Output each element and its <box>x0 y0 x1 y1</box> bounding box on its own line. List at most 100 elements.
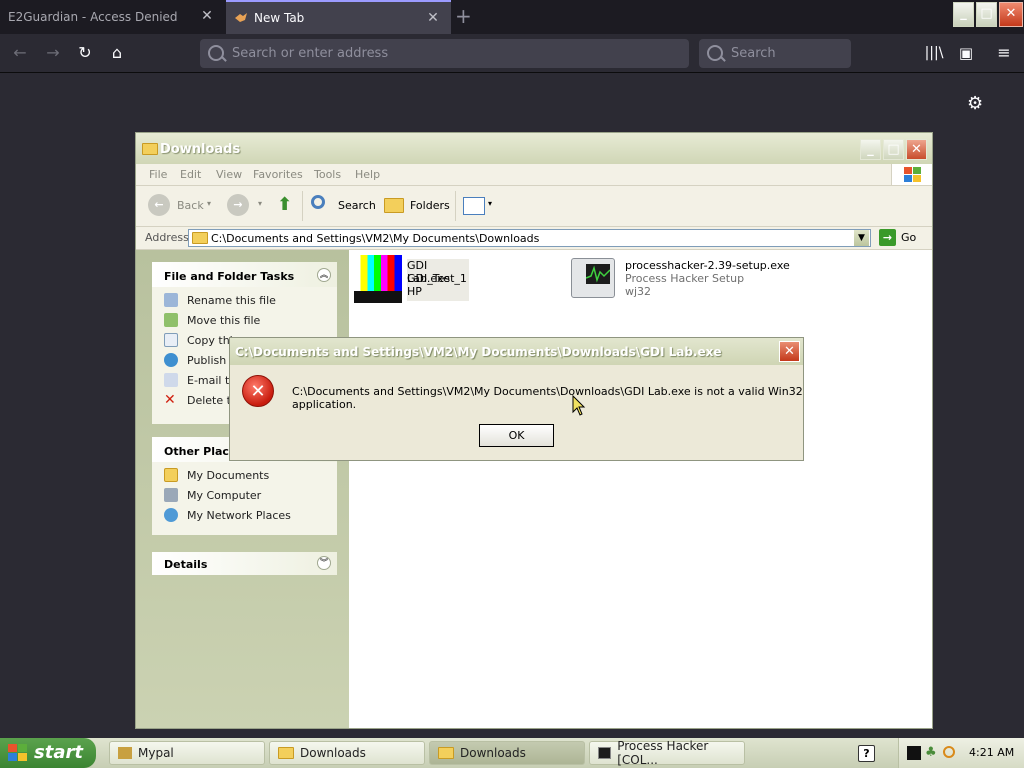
tab-label: New Tab <box>254 11 305 25</box>
place-my-network[interactable]: My Network Places <box>152 505 337 525</box>
up-folder-icon[interactable]: ⬆ <box>277 194 297 216</box>
close-button[interactable]: ✕ <box>906 139 927 160</box>
panel-header[interactable]: Details ︾ <box>152 552 337 575</box>
forward-arrow-icon[interactable]: → <box>227 194 249 216</box>
toolbar-divider <box>455 191 456 221</box>
views-icon[interactable] <box>463 197 485 215</box>
tab-new-tab[interactable]: New Tab ✕ <box>226 0 451 34</box>
taskbar-item-downloads[interactable]: Downloads <box>269 741 425 765</box>
file-list-area: GDI Lab.exe GDI_Test_1 HP processhacker-… <box>349 250 932 728</box>
copy-icon <box>164 333 178 347</box>
start-button[interactable]: start <box>0 738 96 768</box>
search-placeholder: Search <box>731 46 776 61</box>
rename-icon <box>164 293 178 307</box>
file-name: processhacker-2.39-setup.exe <box>625 259 790 272</box>
close-tab-icon[interactable]: ✕ <box>425 10 441 26</box>
delete-x-icon: ✕ <box>164 392 176 408</box>
file-company: HP <box>407 285 422 298</box>
folders-icon <box>384 198 404 213</box>
back-button-label[interactable]: Back <box>177 199 204 212</box>
help-icon[interactable]: ? <box>858 745 875 762</box>
go-arrow-icon[interactable]: → <box>879 229 896 246</box>
details-panel: Details ︾ <box>152 552 337 575</box>
url-bar[interactable]: Search or enter address <box>200 39 689 68</box>
move-icon <box>164 313 178 327</box>
folder-icon <box>278 747 294 759</box>
tray-app-icon[interactable] <box>907 746 921 760</box>
folder-icon <box>164 468 178 482</box>
menu-favorites[interactable]: Favorites <box>253 168 303 181</box>
taskbar-item-mypal[interactable]: Mypal <box>109 741 265 765</box>
menu-edit[interactable]: Edit <box>180 168 201 181</box>
expand-chevron-icon[interactable]: ︾ <box>317 556 331 570</box>
search-magnifier-icon <box>311 195 325 209</box>
folder-icon <box>142 143 158 155</box>
new-tab-icon[interactable]: + <box>455 6 472 26</box>
taskbar-item-downloads-active[interactable]: Downloads <box>429 741 585 765</box>
system-tray: ♣ 4:21 AM <box>898 738 1024 768</box>
settings-gear-icon[interactable]: ⚙ <box>967 93 987 114</box>
menu-view[interactable]: View <box>216 168 242 181</box>
email-icon <box>164 373 178 387</box>
home-icon[interactable]: ⌂ <box>107 43 127 63</box>
tab-e2guardian[interactable]: E2Guardian - Access Denied ✕ <box>0 0 225 34</box>
taskbar-item-process-hacker[interactable]: Process Hacker [COL... <box>589 739 745 767</box>
go-button[interactable]: Go <box>901 231 916 244</box>
task-rename[interactable]: Rename this file <box>152 290 337 310</box>
panel-header[interactable]: File and Folder Tasks ︽ <box>152 262 337 287</box>
address-bar: Address C:\Documents and Settings\VM2\My… <box>136 227 932 250</box>
mypal-icon <box>118 747 132 759</box>
address-value: C:\Documents and Settings\VM2\My Documen… <box>211 232 540 245</box>
explorer-title: Downloads <box>160 142 241 157</box>
explorer-menu-bar: File Edit View Favorites Tools Help <box>136 164 932 186</box>
dialog-title: C:\Documents and Settings\VM2\My Documen… <box>235 345 722 359</box>
address-dropdown-icon[interactable]: ▼ <box>854 230 869 246</box>
address-input[interactable]: C:\Documents and Settings\VM2\My Documen… <box>188 229 871 247</box>
search-icon <box>707 45 723 61</box>
menu-icon[interactable]: ≡ <box>994 43 1014 63</box>
sidebar-icon[interactable]: ▣ <box>956 43 976 63</box>
task-move[interactable]: Move this file <box>152 310 337 330</box>
process-hacker-icon <box>571 258 615 298</box>
menu-tools[interactable]: Tools <box>314 168 341 181</box>
address-label: Address <box>145 231 189 244</box>
file-description: Process Hacker Setup <box>625 272 745 285</box>
file-processhacker[interactable]: processhacker-2.39-setup.exe Process Hac… <box>571 258 801 306</box>
back-arrow-icon[interactable]: ← <box>148 194 170 216</box>
maximize-button[interactable]: □ <box>883 139 904 160</box>
panel-title: Other Place <box>164 445 237 458</box>
explorer-toolbar: ← Back ▾ → ▾ ⬆ Search Folders ▾ <box>136 186 932 227</box>
mouse-cursor-icon <box>572 395 586 416</box>
dialog-close-button[interactable]: ✕ <box>779 341 800 362</box>
tray-network-icon[interactable]: ♣ <box>925 745 939 760</box>
globe-icon <box>164 353 178 367</box>
icon-base <box>354 291 402 303</box>
tray-search-icon[interactable] <box>943 746 955 758</box>
maximize-window-button[interactable]: □ <box>976 2 997 27</box>
search-bar[interactable]: Search <box>699 39 851 68</box>
search-button[interactable]: Search <box>338 199 376 212</box>
back-icon[interactable]: ← <box>10 43 30 63</box>
minimize-window-button[interactable]: _ <box>953 2 974 27</box>
library-icon[interactable]: |||\ <box>924 43 944 63</box>
menu-help[interactable]: Help <box>355 168 380 181</box>
place-my-computer[interactable]: My Computer <box>152 485 337 505</box>
views-dropdown-icon[interactable]: ▾ <box>488 199 492 208</box>
file-gdi-lab[interactable]: GDI Lab.exe GDI_Test_1 HP <box>354 255 469 303</box>
panel-title: File and Folder Tasks <box>164 270 295 283</box>
back-dropdown-icon[interactable]: ▾ <box>207 199 211 208</box>
menu-file[interactable]: File <box>149 168 167 181</box>
collapse-chevron-icon[interactable]: ︽ <box>317 268 331 282</box>
ok-button[interactable]: OK <box>479 424 554 447</box>
forward-dropdown-icon[interactable]: ▾ <box>258 199 262 208</box>
close-window-button[interactable]: ✕ <box>999 2 1023 27</box>
folders-button[interactable]: Folders <box>410 199 450 212</box>
forward-icon[interactable]: → <box>43 43 63 63</box>
reload-icon[interactable]: ↻ <box>75 43 95 63</box>
place-my-documents[interactable]: My Documents <box>152 465 337 485</box>
minimize-button[interactable]: _ <box>860 139 881 160</box>
close-tab-icon[interactable]: ✕ <box>199 8 215 24</box>
task-pane: File and Folder Tasks ︽ Rename this file… <box>136 250 349 728</box>
dialog-message: C:\Documents and Settings\VM2\My Documen… <box>292 385 803 411</box>
computer-icon <box>164 488 178 502</box>
